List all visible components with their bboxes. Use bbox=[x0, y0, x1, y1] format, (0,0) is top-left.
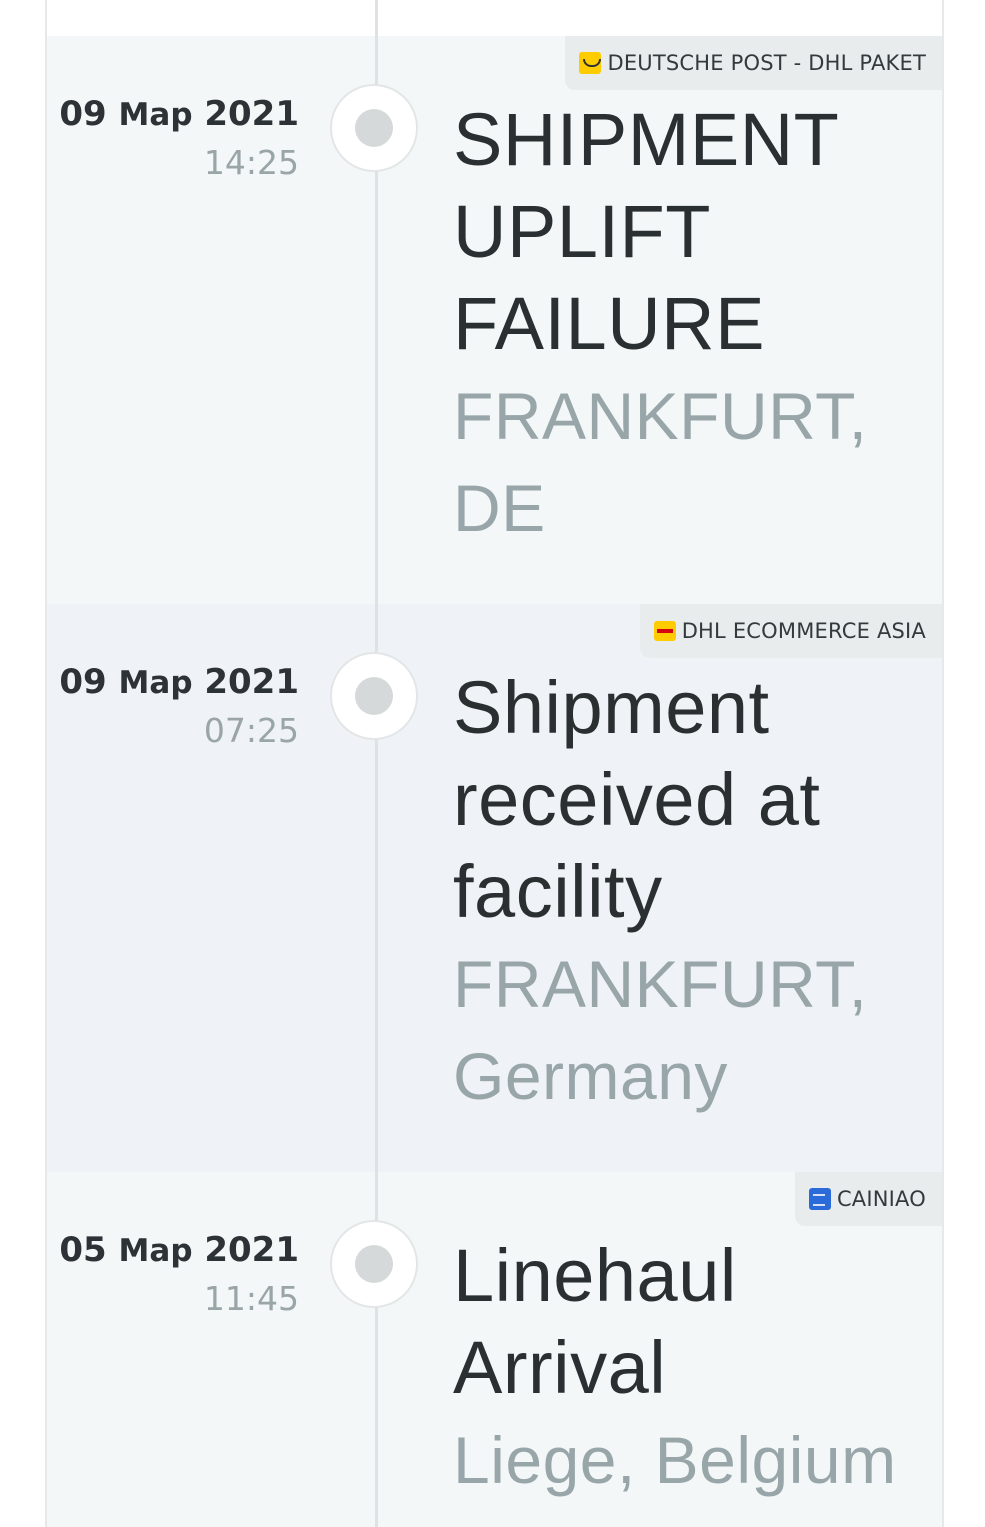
timeline-event: DEUTSCHE POST - DHL PAKET 09 Map 2021 14… bbox=[47, 36, 942, 604]
event-details: SHIPMENT UPLIFT FAILURE FRANKFURT, DE bbox=[453, 94, 933, 554]
event-location: FRANKFURT, DE bbox=[453, 379, 868, 545]
event-date: 05 Map 2021 bbox=[59, 1230, 299, 1270]
event-details: Shipment received at facility FRANKFURT,… bbox=[453, 662, 933, 1122]
timeline-event: DHL ECOMMERCE ASIA 09 Map 2021 07:25 Shi… bbox=[47, 604, 942, 1172]
event-time: 14:25 bbox=[203, 143, 299, 182]
event-time: 11:45 bbox=[203, 1279, 299, 1318]
event-time: 07:25 bbox=[203, 711, 299, 750]
timeline-node bbox=[330, 84, 418, 172]
timeline-event: CAINIAO 05 Map 2021 11:45 Linehaul Arriv… bbox=[47, 1172, 942, 1527]
tracking-timeline: DEUTSCHE POST - DHL PAKET 09 Map 2021 14… bbox=[45, 0, 944, 1527]
timeline-dot bbox=[355, 1245, 393, 1283]
event-status: Shipment received at facility bbox=[453, 666, 821, 933]
timeline-node bbox=[330, 1220, 418, 1308]
carrier-badge: CAINIAO bbox=[794, 1172, 942, 1226]
event-datetime: 09 Map 2021 14:25 bbox=[47, 94, 299, 185]
dhl-logo-icon bbox=[653, 621, 676, 641]
carrier-name: DHL ECOMMERCE ASIA bbox=[681, 619, 926, 643]
carrier-badge: DHL ECOMMERCE ASIA bbox=[639, 604, 942, 658]
event-location: Liege, Belgium bbox=[453, 1423, 897, 1497]
event-details: Linehaul Arrival Liege, Belgium bbox=[453, 1230, 933, 1506]
timeline-top-strip bbox=[47, 0, 942, 36]
cainiao-logo-icon bbox=[808, 1188, 831, 1210]
timeline-dot bbox=[355, 109, 393, 147]
carrier-badge: DEUTSCHE POST - DHL PAKET bbox=[565, 36, 942, 90]
event-date: 09 Map 2021 bbox=[59, 662, 299, 702]
timeline-dot bbox=[355, 677, 393, 715]
event-status: Linehaul Arrival bbox=[453, 1234, 737, 1409]
event-location: FRANKFURT, Germany bbox=[453, 947, 868, 1113]
event-date: 09 Map 2021 bbox=[59, 94, 299, 134]
deutsche-post-logo-icon bbox=[579, 52, 602, 74]
event-datetime: 09 Map 2021 07:25 bbox=[47, 662, 299, 753]
event-datetime: 05 Map 2021 11:45 bbox=[47, 1230, 299, 1321]
carrier-name: DEUTSCHE POST - DHL PAKET bbox=[607, 51, 926, 75]
carrier-name: CAINIAO bbox=[836, 1187, 926, 1211]
event-status: SHIPMENT UPLIFT FAILURE bbox=[453, 98, 840, 365]
timeline-node bbox=[330, 652, 418, 740]
